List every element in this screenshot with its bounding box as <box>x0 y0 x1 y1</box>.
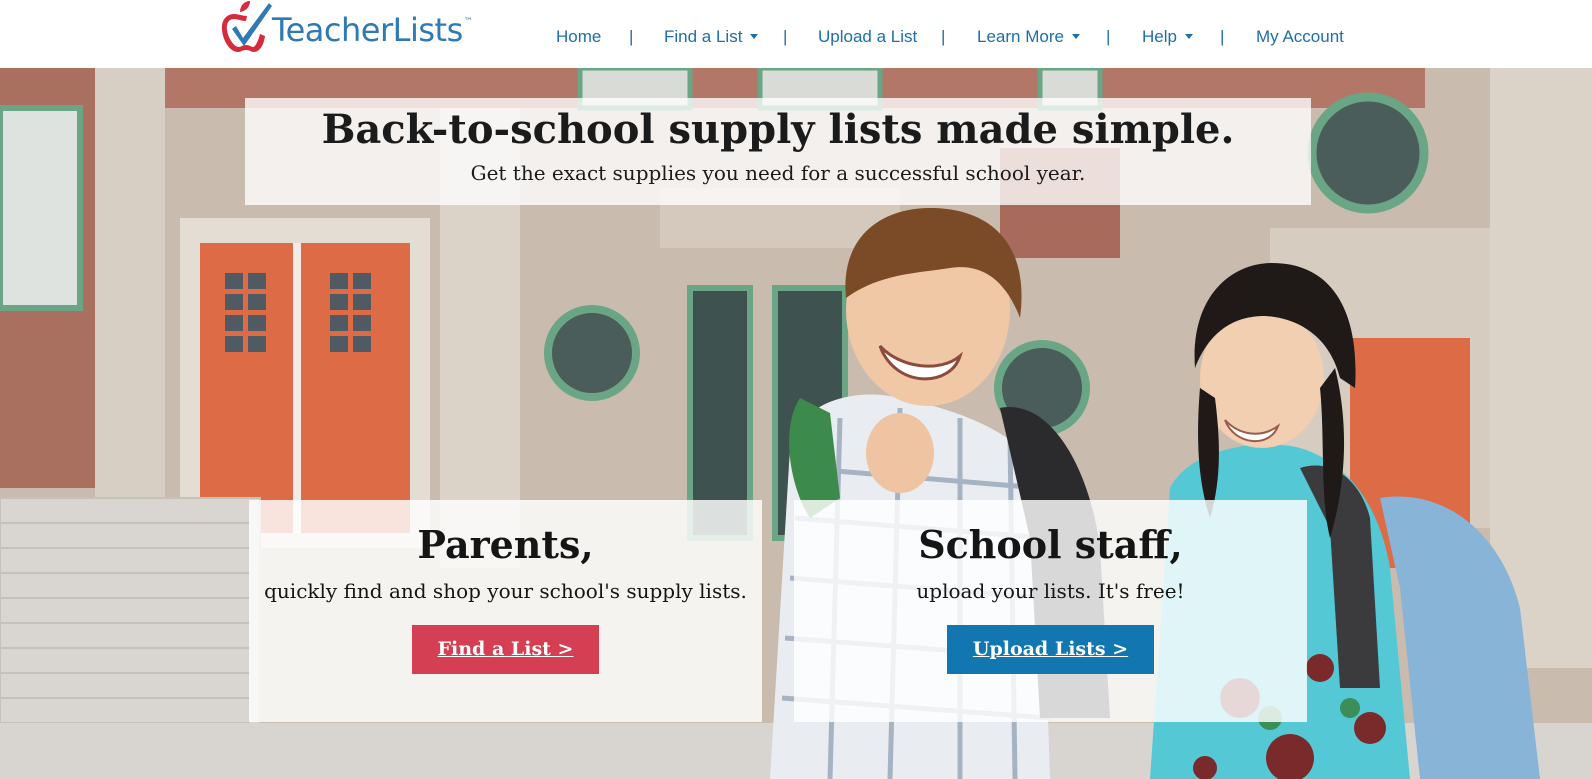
nav-separator: | <box>783 27 788 46</box>
caret-down-icon <box>1184 34 1193 40</box>
nav-upload-a-list[interactable]: Upload a List <box>818 26 917 48</box>
hero-subheadline: Get the exact supplies you need for a su… <box>470 161 1086 185</box>
nav-learn-more-label: Learn More <box>977 27 1064 46</box>
nav-home-label: Home <box>556 27 602 46</box>
nav-separator: | <box>1220 27 1225 46</box>
hero-headline: Back-to-school supply lists made simple. <box>321 106 1235 153</box>
nav-help[interactable]: Help <box>1142 26 1193 48</box>
nav-upload-a-list-label: Upload a List <box>818 27 918 46</box>
site-header: TeacherLists™ Home | Find a List | Uploa… <box>0 0 1592 68</box>
hero-section: Back-to-school supply lists made simple.… <box>0 68 1592 779</box>
find-a-list-button[interactable]: Find a List > <box>411 625 600 674</box>
parents-card-text: quickly find and shop your school's supp… <box>264 579 747 603</box>
school-staff-card-text: upload your lists. It's free! <box>916 579 1185 603</box>
nav-separator: | <box>629 27 634 46</box>
school-staff-card-title: School staff, <box>918 522 1183 567</box>
main-nav: Home | Find a List | Upload a List | Lea… <box>0 26 1592 48</box>
nav-separator: | <box>941 27 946 46</box>
caret-down-icon <box>1071 34 1080 40</box>
parents-card-title: Parents, <box>417 522 594 567</box>
upload-lists-button[interactable]: Upload Lists > <box>946 625 1155 674</box>
nav-my-account[interactable]: My Account <box>1256 26 1344 48</box>
nav-my-account-label: My Account <box>1256 27 1344 46</box>
nav-learn-more[interactable]: Learn More <box>977 26 1080 48</box>
nav-find-a-list[interactable]: Find a List <box>664 26 759 48</box>
nav-home[interactable]: Home <box>556 26 601 48</box>
nav-separator: | <box>1106 27 1111 46</box>
school-staff-card: School staff, upload your lists. It's fr… <box>794 500 1307 722</box>
parents-card: Parents, quickly find and shop your scho… <box>249 500 762 722</box>
caret-down-icon <box>750 34 759 40</box>
nav-find-a-list-label: Find a List <box>664 27 743 46</box>
nav-help-label: Help <box>1142 27 1177 46</box>
hero-headline-box: Back-to-school supply lists made simple.… <box>245 98 1311 205</box>
